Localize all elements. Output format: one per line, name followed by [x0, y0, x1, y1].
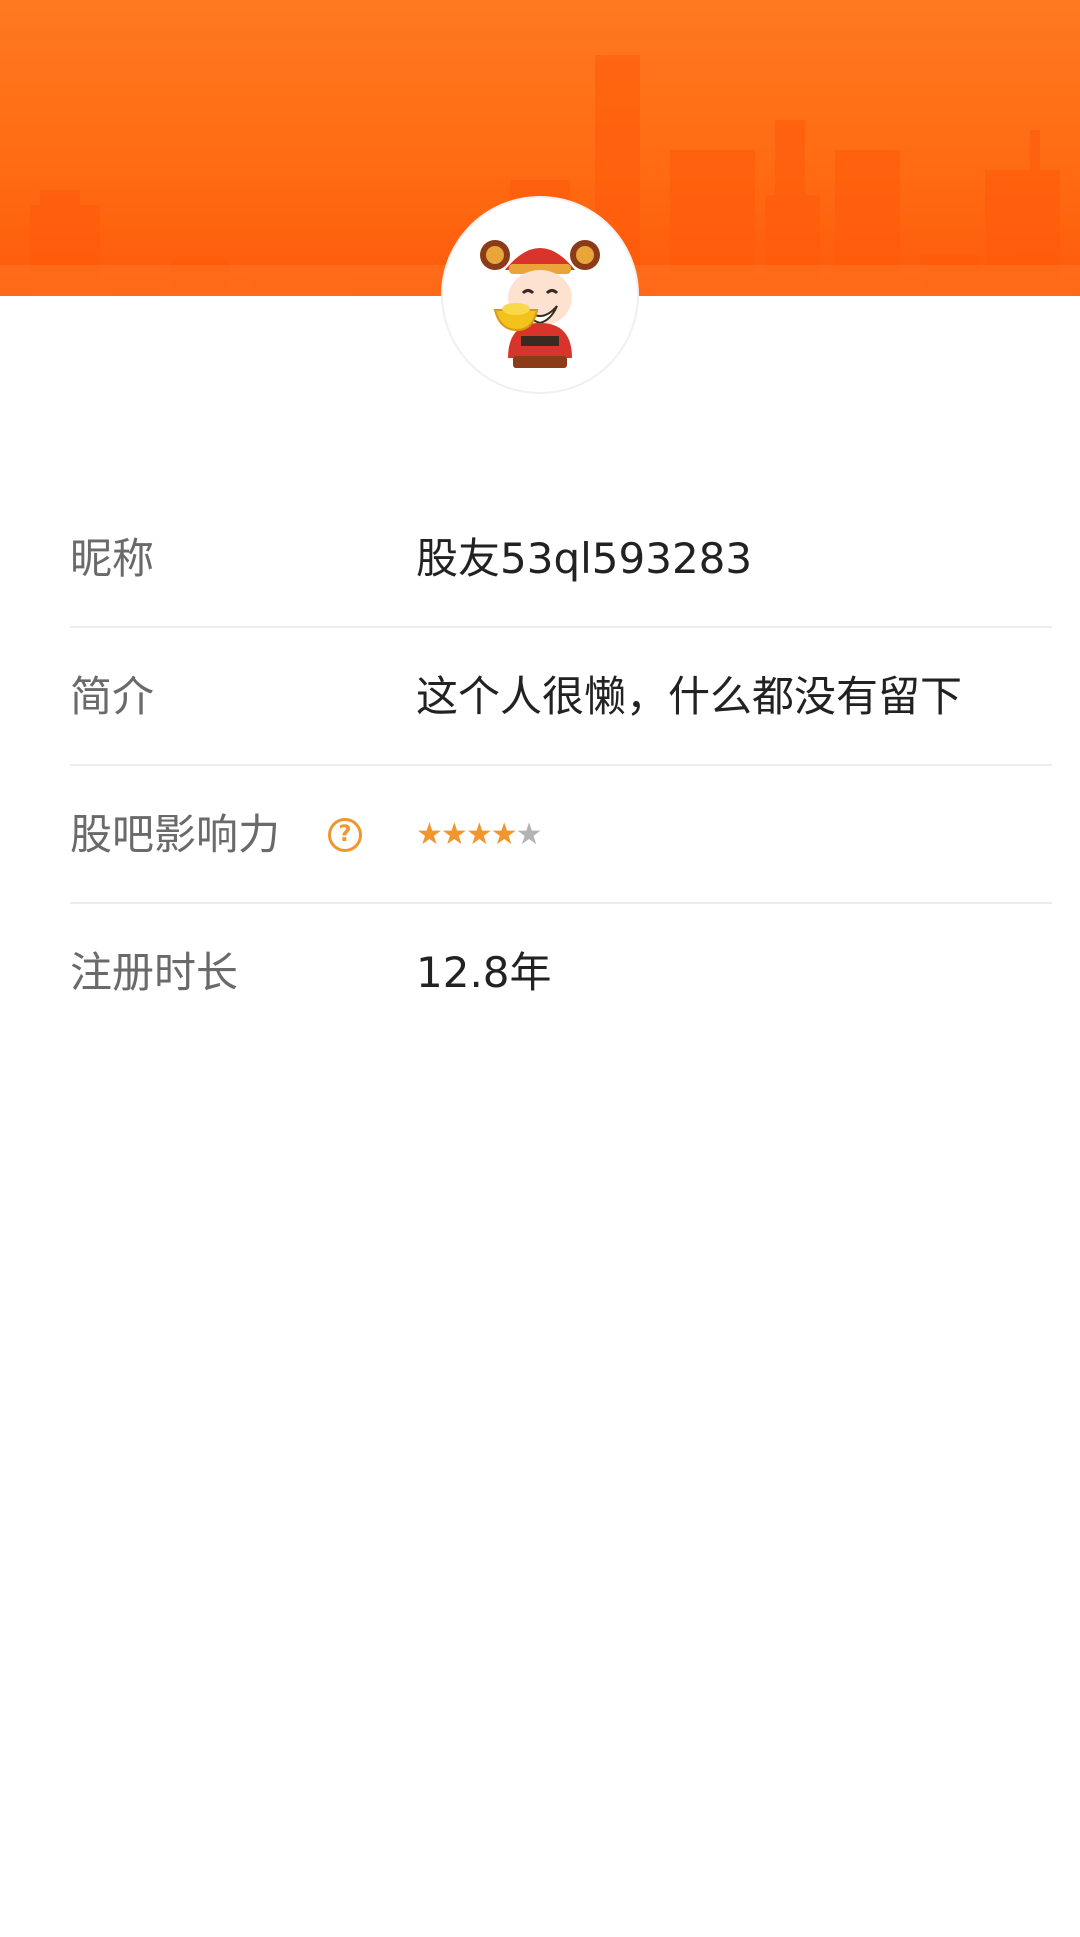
nickname-label: 昵称 — [70, 534, 155, 583]
nickname-row: 昵称 股友53ql593283 — [70, 490, 1052, 628]
question-circle-icon[interactable]: ? — [328, 818, 362, 852]
star-filled-icon: ★ — [490, 817, 518, 852]
star-filled-icon: ★ — [440, 817, 468, 852]
avatar[interactable] — [443, 198, 637, 392]
bio-row: 简介 这个人很懒，什么都没有留下 — [70, 628, 1052, 766]
star-empty-icon: ★ — [515, 817, 543, 852]
bio-label: 简介 — [70, 672, 155, 721]
god-of-wealth-avatar — [480, 240, 600, 368]
tenure-label: 注册时长 — [70, 948, 239, 997]
bio-value: 这个人很懒，什么都没有留下 — [416, 672, 963, 721]
influence-rating-stars: ★★★★★ — [416, 766, 543, 904]
star-filled-icon: ★ — [465, 817, 493, 852]
profile-info-list: 昵称 股友53ql593283 简介 这个人很懒，什么都没有留下 股吧影响力 ?… — [70, 490, 1052, 1042]
influence-row: 股吧影响力 ? ★★★★★ — [70, 766, 1052, 904]
star-filled-icon: ★ — [416, 817, 443, 852]
influence-label: 股吧影响力 — [70, 810, 281, 859]
tenure-value: 12.8年 — [416, 948, 552, 997]
nickname-value: 股友53ql593283 — [416, 534, 753, 583]
tenure-row: 注册时长 12.8年 — [70, 904, 1052, 1042]
profile-page: 昵称 股友53ql593283 简介 这个人很懒，什么都没有留下 股吧影响力 ?… — [0, 0, 1080, 1937]
